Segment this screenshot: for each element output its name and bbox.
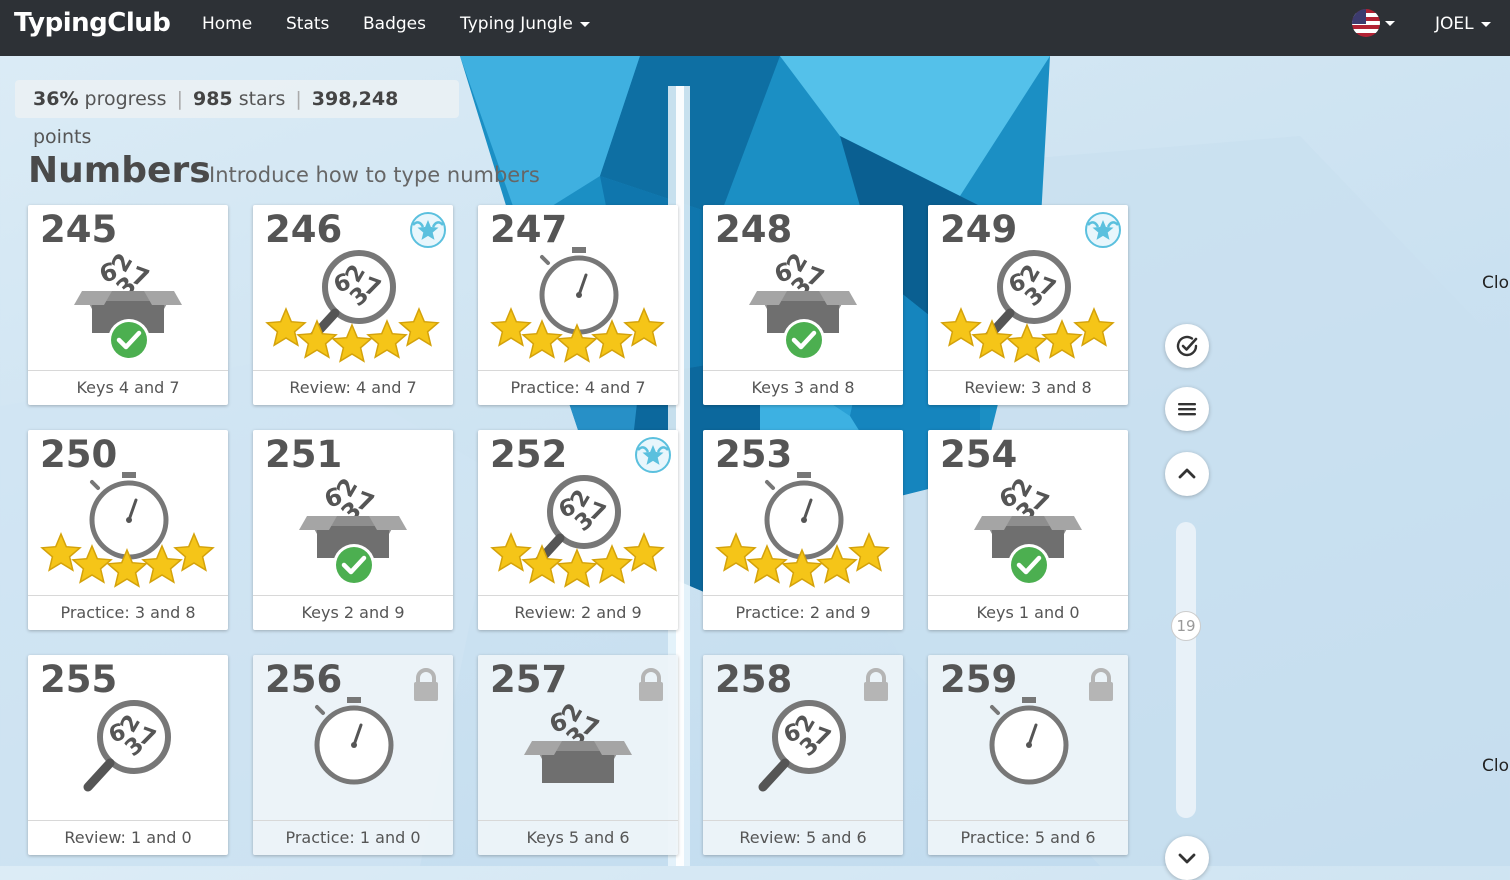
nav-home[interactable]: Home (202, 14, 252, 34)
lesson-label: Practice: 2 and 9 (703, 595, 903, 630)
top-navbar: TypingClub Home Stats Badges Typing Jung… (0, 0, 1510, 56)
lesson-card-259[interactable]: 259 Practice: 5 and 6 (928, 655, 1128, 855)
lesson-number: 256 (265, 658, 343, 701)
user-menu[interactable]: JOEL (1435, 14, 1491, 34)
badge-icon (410, 212, 446, 248)
lesson-card-252[interactable]: 6 2 3 7 252 Review: 2 and 9 (478, 430, 678, 630)
nav-stats[interactable]: Stats (286, 14, 329, 34)
menu-icon (1178, 403, 1196, 416)
lesson-card-258[interactable]: 6 2 3 7 258 Review: 5 and 6 (703, 655, 903, 855)
lock-icon (414, 668, 438, 701)
lesson-card-255[interactable]: 6 2 3 7 255 Review: 1 and 0 (28, 655, 228, 855)
lesson-number: 258 (715, 658, 793, 701)
lesson-card-248[interactable]: 6 2 3 7 248 Keys 3 and 8 (703, 205, 903, 405)
lesson-card-254[interactable]: 6 2 3 7 254 Keys 1 and 0 (928, 430, 1128, 630)
lock-icon (1089, 668, 1113, 701)
lesson-card-253[interactable]: 253 Practice: 2 and 9 (703, 430, 903, 630)
lesson-label: Review: 4 and 7 (253, 370, 453, 405)
lesson-label: Keys 2 and 9 (253, 595, 453, 630)
nav-typing-jungle[interactable]: Typing Jungle (460, 14, 590, 34)
lesson-label: Keys 3 and 8 (703, 370, 903, 405)
chevron-down-icon (1178, 853, 1196, 864)
nav-badges[interactable]: Badges (363, 14, 426, 34)
lesson-label: Practice: 4 and 7 (478, 370, 678, 405)
chevron-up-icon (1178, 468, 1196, 479)
lesson-number: 246 (265, 208, 343, 251)
points-label: points (33, 126, 92, 148)
progress-label: progress (84, 88, 167, 110)
lesson-label: Practice: 5 and 6 (928, 820, 1128, 855)
lesson-label: Review: 1 and 0 (28, 820, 228, 855)
lesson-number: 245 (40, 208, 118, 251)
lock-icon (864, 668, 888, 701)
lesson-label: Practice: 1 and 0 (253, 820, 453, 855)
lesson-scroll-thumb[interactable]: 19 (1171, 611, 1201, 641)
stars-value: 985 (192, 88, 233, 110)
lesson-number: 257 (490, 658, 568, 701)
user-name: JOEL (1435, 14, 1474, 34)
lesson-number: 249 (940, 208, 1018, 251)
brand-logo[interactable]: TypingClub (14, 8, 171, 38)
lesson-number: 255 (40, 658, 118, 701)
stars-label: stars (238, 88, 286, 110)
lesson-card-257[interactable]: 6 2 3 7 257 Keys 5 and 6 (478, 655, 678, 855)
lesson-number: 247 (490, 208, 568, 251)
lesson-number: 250 (40, 433, 118, 476)
lesson-label: Review: 2 and 9 (478, 595, 678, 630)
us-flag-icon[interactable] (1352, 9, 1380, 37)
scroll-down-button[interactable] (1165, 836, 1209, 880)
lesson-scroll-track[interactable] (1176, 522, 1196, 818)
lesson-label: Practice: 3 and 8 (28, 595, 228, 630)
lesson-card-245[interactable]: 6 2 3 7 245 Keys 4 and 7 (28, 205, 228, 405)
check-circle-button[interactable] (1165, 324, 1209, 368)
lesson-number: 259 (940, 658, 1018, 701)
lesson-label: Keys 4 and 7 (28, 370, 228, 405)
lesson-card-246[interactable]: 6 2 3 7 246 Review: 4 and 7 (253, 205, 453, 405)
lesson-label: Keys 1 and 0 (928, 595, 1128, 630)
lesson-label: Review: 3 and 8 (928, 370, 1128, 405)
section-subtitle: Introduce how to type numbers (209, 163, 540, 187)
lesson-card-250[interactable]: 250 Practice: 3 and 8 (28, 430, 228, 630)
badge-icon (635, 437, 671, 473)
edge-text-bottom: Clo (1482, 756, 1509, 776)
lock-icon (639, 668, 663, 701)
lesson-number: 253 (715, 433, 793, 476)
language-caret-icon[interactable] (1385, 21, 1395, 26)
badge-icon (1085, 212, 1121, 248)
nav-typing-jungle-label: Typing Jungle (460, 14, 573, 34)
lesson-card-247[interactable]: 247 Practice: 4 and 7 (478, 205, 678, 405)
lesson-card-251[interactable]: 6 2 3 7 251 Keys 2 and 9 (253, 430, 453, 630)
lesson-label: Review: 5 and 6 (703, 820, 903, 855)
lesson-label: Keys 5 and 6 (478, 820, 678, 855)
points-value: 398,248 (311, 88, 399, 110)
section-title: Numbers (28, 150, 211, 191)
lesson-number: 248 (715, 208, 793, 251)
progress-value: 36% (33, 88, 79, 110)
lesson-card-256[interactable]: 256 Practice: 1 and 0 (253, 655, 453, 855)
check-circle-icon (1176, 335, 1198, 357)
lesson-number: 251 (265, 433, 343, 476)
scroll-up-button[interactable] (1165, 452, 1209, 496)
lesson-number: 254 (940, 433, 1018, 476)
progress-summary: 36% progress | 985 stars | 398,248 points (15, 80, 459, 148)
lesson-number: 252 (490, 433, 568, 476)
user-caret-icon (1480, 21, 1491, 27)
caret-down-icon (579, 21, 590, 27)
lesson-card-249[interactable]: 6 2 3 7 249 Review: 3 and 8 (928, 205, 1128, 405)
edge-text-top: Clo (1482, 273, 1509, 293)
menu-button[interactable] (1165, 387, 1209, 431)
